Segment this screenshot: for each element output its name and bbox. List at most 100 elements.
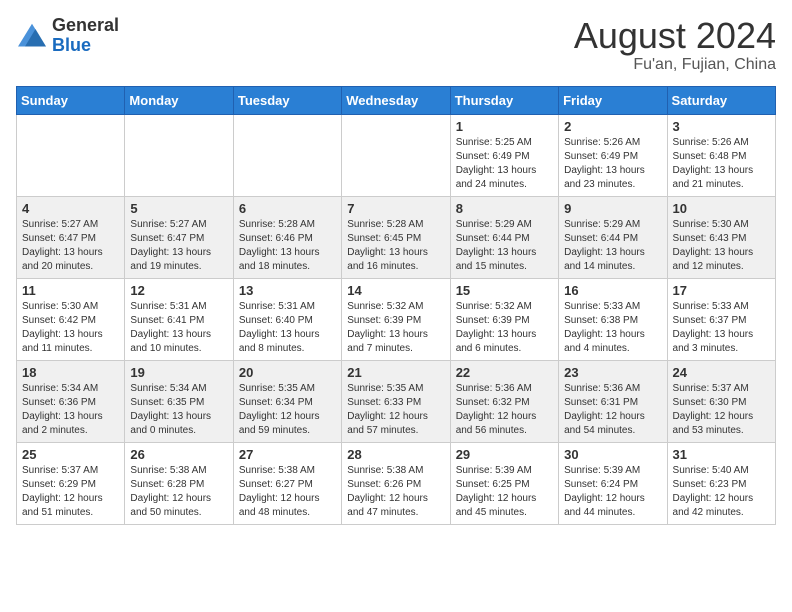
logo-general-text: General [52,15,119,35]
title-block: August 2024 Fu'an, Fujian, China [574,16,776,74]
calendar-cell: 18 Sunrise: 5:34 AM Sunset: 6:36 PM Dayli… [17,360,125,442]
day-info: Sunrise: 5:28 AM Sunset: 6:46 PM Dayligh… [239,218,336,274]
calendar-cell: 16 Sunrise: 5:33 AM Sunset: 6:38 PM Dayli… [559,278,667,360]
day-info: Sunrise: 5:37 AM Sunset: 6:29 PM Dayligh… [22,464,119,520]
day-info: Sunrise: 5:37 AM Sunset: 6:30 PM Dayligh… [673,382,770,438]
logo: General Blue [16,16,119,56]
day-info: Sunrise: 5:36 AM Sunset: 6:31 PM Dayligh… [564,382,661,438]
day-number: 22 [456,365,553,380]
day-number: 6 [239,201,336,216]
weekday-header-sunday: Sunday [17,86,125,114]
calendar-cell: 1Sunrise: 5:25 AM Sunset: 6:49 PM Daylig… [450,114,558,196]
day-info: Sunrise: 5:34 AM Sunset: 6:36 PM Dayligh… [22,382,119,438]
weekday-header-monday: Monday [125,86,233,114]
day-info: Sunrise: 5:36 AM Sunset: 6:32 PM Dayligh… [456,382,553,438]
day-info: Sunrise: 5:35 AM Sunset: 6:34 PM Dayligh… [239,382,336,438]
day-info: Sunrise: 5:27 AM Sunset: 6:47 PM Dayligh… [22,218,119,274]
day-number: 29 [456,447,553,462]
day-info: Sunrise: 5:28 AM Sunset: 6:45 PM Dayligh… [347,218,444,274]
calendar-week-2: 4 Sunrise: 5:27 AM Sunset: 6:47 PM Daylig… [17,196,776,278]
calendar-cell: 4 Sunrise: 5:27 AM Sunset: 6:47 PM Daylig… [17,196,125,278]
calendar-cell: 20 Sunrise: 5:35 AM Sunset: 6:34 PM Dayli… [233,360,341,442]
calendar-cell: 19Sunrise: 5:34 AM Sunset: 6:35 PM Dayli… [125,360,233,442]
day-info: Sunrise: 5:31 AM Sunset: 6:40 PM Dayligh… [239,300,336,356]
day-number: 28 [347,447,444,462]
day-number: 9 [564,201,661,216]
day-info: Sunrise: 5:35 AM Sunset: 6:33 PM Dayligh… [347,382,444,438]
calendar-cell: 14 Sunrise: 5:32 AM Sunset: 6:39 PM Dayli… [342,278,450,360]
calendar-cell: 5Sunrise: 5:27 AM Sunset: 6:47 PM Daylig… [125,196,233,278]
calendar-cell: 11 Sunrise: 5:30 AM Sunset: 6:42 PM Dayli… [17,278,125,360]
day-number: 23 [564,365,661,380]
day-number: 3 [673,119,770,134]
day-number: 13 [239,283,336,298]
weekday-header-saturday: Saturday [667,86,775,114]
calendar-cell: 15 Sunrise: 5:32 AM Sunset: 6:39 PM Dayli… [450,278,558,360]
calendar-cell: 2Sunrise: 5:26 AM Sunset: 6:49 PM Daylig… [559,114,667,196]
day-number: 20 [239,365,336,380]
day-info: Sunrise: 5:30 AM Sunset: 6:43 PM Dayligh… [673,218,770,274]
day-info: Sunrise: 5:31 AM Sunset: 6:41 PM Dayligh… [130,300,227,356]
calendar-cell: 9 Sunrise: 5:29 AM Sunset: 6:44 PM Daylig… [559,196,667,278]
calendar-week-5: 25 Sunrise: 5:37 AM Sunset: 6:29 PM Dayli… [17,442,776,524]
calendar-cell: 17 Sunrise: 5:33 AM Sunset: 6:37 PM Dayli… [667,278,775,360]
day-number: 27 [239,447,336,462]
day-info: Sunrise: 5:32 AM Sunset: 6:39 PM Dayligh… [347,300,444,356]
day-info: Sunrise: 5:33 AM Sunset: 6:37 PM Dayligh… [673,300,770,356]
day-number: 26 [130,447,227,462]
calendar-cell: 12 Sunrise: 5:31 AM Sunset: 6:41 PM Dayli… [125,278,233,360]
day-info: Sunrise: 5:39 AM Sunset: 6:24 PM Dayligh… [564,464,661,520]
day-number: 12 [130,283,227,298]
day-info: Sunrise: 5:30 AM Sunset: 6:42 PM Dayligh… [22,300,119,356]
calendar-cell [342,114,450,196]
calendar-cell: 28 Sunrise: 5:38 AM Sunset: 6:26 PM Dayli… [342,442,450,524]
weekday-header-tuesday: Tuesday [233,86,341,114]
day-number: 16 [564,283,661,298]
calendar-cell [233,114,341,196]
day-number: 25 [22,447,119,462]
calendar-cell: 3 Sunrise: 5:26 AM Sunset: 6:48 PM Daylig… [667,114,775,196]
page-header: General Blue August 2024 Fu'an, Fujian, … [16,16,776,74]
location-subtitle: Fu'an, Fujian, China [574,56,776,74]
day-info: Sunrise: 5:29 AM Sunset: 6:44 PM Dayligh… [564,218,661,274]
day-info: Sunrise: 5:33 AM Sunset: 6:38 PM Dayligh… [564,300,661,356]
calendar-cell [17,114,125,196]
day-info: Sunrise: 5:32 AM Sunset: 6:39 PM Dayligh… [456,300,553,356]
day-info: Sunrise: 5:38 AM Sunset: 6:27 PM Dayligh… [239,464,336,520]
calendar-cell: 29Sunrise: 5:39 AM Sunset: 6:25 PM Dayli… [450,442,558,524]
calendar-week-4: 18 Sunrise: 5:34 AM Sunset: 6:36 PM Dayli… [17,360,776,442]
day-number: 24 [673,365,770,380]
day-number: 14 [347,283,444,298]
day-info: Sunrise: 5:26 AM Sunset: 6:48 PM Dayligh… [673,136,770,192]
day-number: 17 [673,283,770,298]
weekday-header-friday: Friday [559,86,667,114]
calendar-cell: 26Sunrise: 5:38 AM Sunset: 6:28 PM Dayli… [125,442,233,524]
day-number: 30 [564,447,661,462]
weekday-header-wednesday: Wednesday [342,86,450,114]
day-number: 10 [673,201,770,216]
day-info: Sunrise: 5:38 AM Sunset: 6:26 PM Dayligh… [347,464,444,520]
day-number: 18 [22,365,119,380]
day-number: 4 [22,201,119,216]
calendar-table: SundayMondayTuesdayWednesdayThursdayFrid… [16,86,776,525]
calendar-cell: 23 Sunrise: 5:36 AM Sunset: 6:31 PM Dayli… [559,360,667,442]
day-number: 5 [130,201,227,216]
calendar-cell [125,114,233,196]
logo-blue-text: Blue [52,35,91,55]
day-number: 31 [673,447,770,462]
calendar-cell: 21 Sunrise: 5:35 AM Sunset: 6:33 PM Dayli… [342,360,450,442]
calendar-cell: 31Sunrise: 5:40 AM Sunset: 6:23 PM Dayli… [667,442,775,524]
logo-icon [16,22,48,50]
calendar-cell: 30 Sunrise: 5:39 AM Sunset: 6:24 PM Dayli… [559,442,667,524]
day-number: 11 [22,283,119,298]
day-number: 2 [564,119,661,134]
month-year-title: August 2024 [574,16,776,56]
calendar-cell: 27 Sunrise: 5:38 AM Sunset: 6:27 PM Dayli… [233,442,341,524]
calendar-cell: 25 Sunrise: 5:37 AM Sunset: 6:29 PM Dayli… [17,442,125,524]
weekday-header-row: SundayMondayTuesdayWednesdayThursdayFrid… [17,86,776,114]
calendar-cell: 6 Sunrise: 5:28 AM Sunset: 6:46 PM Daylig… [233,196,341,278]
day-number: 15 [456,283,553,298]
calendar-cell: 7Sunrise: 5:28 AM Sunset: 6:45 PM Daylig… [342,196,450,278]
weekday-header-thursday: Thursday [450,86,558,114]
day-number: 21 [347,365,444,380]
